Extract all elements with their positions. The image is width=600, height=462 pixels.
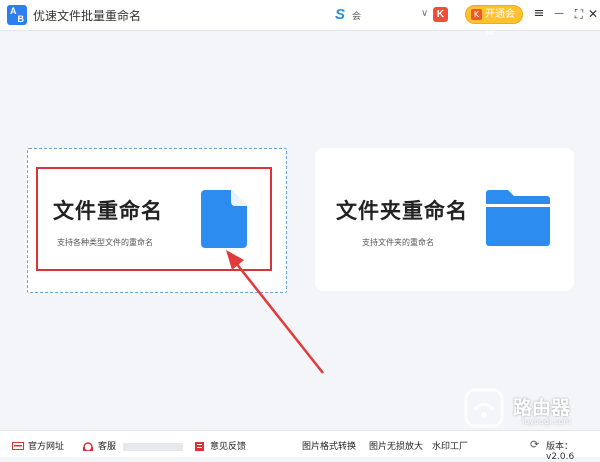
close-icon[interactable]: ✕ [587, 5, 599, 23]
vip-button-label: 开通会员 [485, 9, 515, 37]
user-dropdown-chevron-icon[interactable]: ∨ [421, 8, 428, 19]
footer-link-label: 官方网址 [28, 442, 65, 452]
k-badge-icon[interactable]: K [433, 7, 448, 22]
user-name[interactable]: 会 [352, 9, 361, 22]
watermark-url: luyouqi.com [522, 417, 571, 426]
footer-link-website[interactable]: 官方网址 [12, 439, 64, 452]
annotation-arrow-icon [226, 250, 324, 374]
app-logo-letter-a: A [10, 6, 17, 16]
minimize-icon[interactable]: — [550, 5, 568, 23]
folder-icon [486, 190, 550, 246]
app-title: 优速文件批量重命名 [33, 9, 142, 23]
file-rename-subtitle: 支持各种类型文件的重命名 [57, 238, 153, 247]
footer-link-image-convert[interactable]: 图片格式转换 [302, 439, 356, 452]
file-rename-title: 文件重命名 [53, 199, 163, 223]
version-label: 版本：v2.0.6 [546, 442, 575, 462]
maximize-icon[interactable]: ⛶ [570, 5, 588, 23]
title-bar: A B 优速文件批量重命名 S 会 ∨ K K 开通会员 ≡ — ⛶ ✕ [0, 0, 600, 37]
headset-icon [83, 442, 93, 451]
menu-icon[interactable]: ≡ [530, 5, 548, 23]
support-contact-redacted [122, 442, 183, 451]
footer-link-watermark-factory[interactable]: 水印工厂 [432, 439, 468, 452]
footer-link-image-upscale[interactable]: 图片无损放大 [369, 439, 423, 452]
vip-icon: K [471, 9, 482, 20]
folder-rename-title: 文件夹重命名 [336, 199, 468, 223]
watermark: 路由器 luyouqi.com [460, 388, 590, 428]
watermark-text: 路由器 [513, 397, 571, 419]
footer-link-support[interactable]: 客服 [82, 439, 183, 452]
monitor-icon [12, 442, 24, 450]
footer-link-feedback[interactable]: 意见反馈 [194, 439, 246, 452]
file-icon [201, 190, 247, 248]
router-logo-icon [464, 388, 504, 428]
app-logo-icon: A B [7, 5, 27, 25]
app-logo-letter-b: B [17, 14, 25, 24]
footer-link-label: 客服 [98, 442, 117, 452]
folder-rename-subtitle: 支持文件夹的重命名 [362, 238, 434, 247]
feedback-icon [195, 442, 204, 451]
vip-button[interactable]: K 开通会员 [465, 5, 523, 37]
refresh-icon[interactable]: ⟳ [530, 438, 539, 451]
footer-link-label: 意见反馈 [210, 442, 247, 452]
footer-bar: 官方网址 客服 意见反馈 图片格式转换 图片无损放大 水印工厂 ⟳ 版本：v2.… [0, 430, 600, 462]
user-logo-icon[interactable]: S [335, 6, 345, 23]
